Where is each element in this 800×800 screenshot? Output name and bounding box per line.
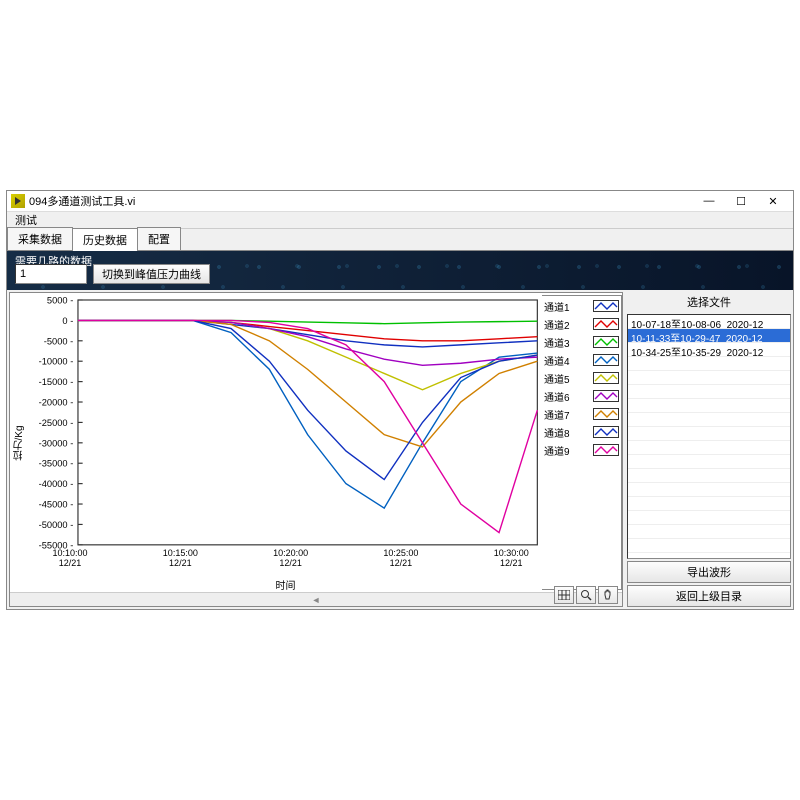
legend-item[interactable]: 通道6 bbox=[544, 388, 619, 405]
switch-curve-button[interactable]: 切换到峰值压力曲线 bbox=[93, 264, 210, 284]
tab-history[interactable]: 历史数据 bbox=[72, 228, 138, 251]
svg-text:5000 -: 5000 - bbox=[47, 295, 73, 305]
legend-label: 通道2 bbox=[544, 317, 570, 332]
zoom-tool-icon[interactable] bbox=[576, 586, 596, 604]
file-item[interactable]: 10-34-25至10-35-29_2020-12 bbox=[628, 343, 790, 357]
legend-label: 通道4 bbox=[544, 353, 570, 368]
svg-text:-35000 -: -35000 - bbox=[39, 458, 74, 468]
legend-item[interactable]: 通道7 bbox=[544, 406, 619, 423]
legend-item[interactable]: 通道3 bbox=[544, 334, 619, 351]
legend-swatch bbox=[593, 426, 619, 438]
window-title: 094多通道测试工具.vi bbox=[29, 193, 135, 209]
app-window: 094多通道测试工具.vi — ☐ ✕ 测试 采集数据 历史数据 配置 需要几路… bbox=[6, 190, 794, 610]
titlebar: 094多通道测试工具.vi — ☐ ✕ bbox=[7, 191, 793, 212]
legend-item[interactable]: 通道4 bbox=[544, 352, 619, 369]
x-tick: 10:30:0012/21 bbox=[494, 549, 529, 569]
x-axis-ticks: 10:10:0012/21 10:15:0012/21 10:20:0012/21 1… bbox=[29, 549, 542, 577]
legend-swatch bbox=[593, 318, 619, 330]
x-tick: 10:20:0012/21 bbox=[273, 549, 308, 569]
svg-text:-15000 -: -15000 - bbox=[39, 377, 74, 387]
legend-label: 通道3 bbox=[544, 335, 570, 350]
chart-scrollbar[interactable]: ◄ bbox=[10, 592, 622, 606]
tabstrip: 采集数据 历史数据 配置 bbox=[7, 229, 793, 251]
close-button[interactable]: ✕ bbox=[757, 191, 789, 211]
maximize-button[interactable]: ☐ bbox=[725, 191, 757, 211]
grid-tool-icon[interactable] bbox=[554, 586, 574, 604]
x-tick: 10:15:0012/21 bbox=[163, 549, 198, 569]
legend-label: 通道1 bbox=[544, 299, 570, 314]
legend-label: 通道8 bbox=[544, 425, 570, 440]
legend-label: 通道5 bbox=[544, 371, 570, 386]
app-icon bbox=[11, 194, 25, 208]
toolbar-banner: 需要几路的数据 切换到峰值压力曲线 bbox=[7, 251, 793, 290]
legend-swatch bbox=[593, 354, 619, 366]
svg-text:-40000 -: -40000 - bbox=[39, 479, 74, 489]
back-button[interactable]: 返回上级目录 bbox=[627, 585, 791, 607]
svg-text:-45000 -: -45000 - bbox=[39, 499, 74, 509]
tab-config[interactable]: 配置 bbox=[137, 227, 181, 250]
svg-text:-5000 -: -5000 - bbox=[44, 336, 74, 346]
tab-collect[interactable]: 采集数据 bbox=[7, 227, 73, 250]
content-area: 拉力/Kg 5000 - 0 - -5000 - -10000 - -15000 - -2… bbox=[7, 290, 793, 610]
export-waveform-button[interactable]: 导出波形 bbox=[627, 561, 791, 583]
x-axis-label: 时间 bbox=[29, 577, 542, 592]
legend-item[interactable]: 通道5 bbox=[544, 370, 619, 387]
hand-tool-icon[interactable] bbox=[598, 586, 618, 604]
legend-item[interactable]: 通道8 bbox=[544, 424, 619, 441]
legend-item[interactable]: 通道1 bbox=[544, 298, 619, 315]
legend-item[interactable]: 通道9 bbox=[544, 442, 619, 459]
x-tick: 10:25:0012/21 bbox=[383, 549, 418, 569]
legend-swatch bbox=[593, 390, 619, 402]
file-panel: 选择文件 10-07-18至10-08-06_2020-1210-11-33至1… bbox=[627, 292, 791, 608]
menu-test[interactable]: 测试 bbox=[13, 212, 39, 228]
legend-item[interactable]: 通道2 bbox=[544, 316, 619, 333]
svg-text:-30000 -: -30000 - bbox=[39, 438, 74, 448]
y-axis-label: 拉力/Kg bbox=[10, 293, 29, 593]
file-item[interactable]: 10-11-33至10-29-47_2020-12 bbox=[628, 329, 790, 343]
chart-plot[interactable]: 5000 - 0 - -5000 - -10000 - -15000 - -20000 -… bbox=[29, 293, 542, 550]
legend: 通道1 通道2 通道3 通道4 通道5 通道6 通道7 通道8 通道9 bbox=[542, 295, 622, 591]
legend-label: 通道7 bbox=[544, 407, 570, 422]
legend-swatch bbox=[593, 336, 619, 348]
svg-text:-25000 -: -25000 - bbox=[39, 417, 74, 427]
svg-text:0 -: 0 - bbox=[62, 315, 73, 325]
legend-swatch bbox=[593, 444, 619, 456]
file-item[interactable]: 10-07-18至10-08-06_2020-12 bbox=[628, 315, 790, 329]
file-panel-header: 选择文件 bbox=[627, 292, 791, 312]
chart-pane: 拉力/Kg 5000 - 0 - -5000 - -10000 - -15000 - -2… bbox=[9, 292, 623, 608]
legend-label: 通道6 bbox=[544, 389, 570, 404]
x-tick: 10:10:0012/21 bbox=[53, 549, 88, 569]
menubar: 测试 bbox=[7, 212, 793, 229]
legend-swatch bbox=[593, 372, 619, 384]
legend-swatch bbox=[593, 408, 619, 420]
channel-count-input[interactable] bbox=[15, 264, 87, 284]
legend-swatch bbox=[593, 300, 619, 312]
legend-label: 通道9 bbox=[544, 443, 570, 458]
file-list[interactable]: 10-07-18至10-08-06_2020-1210-11-33至10-29-… bbox=[627, 314, 791, 560]
svg-text:-20000 -: -20000 - bbox=[39, 397, 74, 407]
svg-text:-50000 -: -50000 - bbox=[39, 519, 74, 529]
minimize-button[interactable]: — bbox=[693, 191, 725, 211]
svg-text:-10000 -: -10000 - bbox=[39, 356, 74, 366]
